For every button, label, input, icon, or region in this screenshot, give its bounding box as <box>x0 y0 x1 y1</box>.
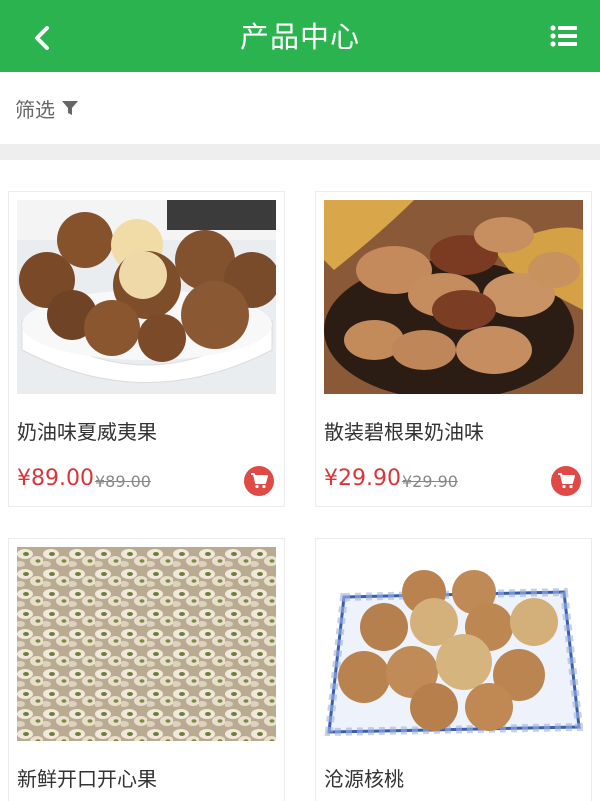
product-price: ¥89.00 <box>17 466 94 491</box>
product-card[interactable]: 新鲜开口开心果 <box>8 538 285 801</box>
top-nav-bar: 产品中心 <box>0 0 600 72</box>
filter-button[interactable]: 筛选 <box>15 94 79 122</box>
product-image-pecan <box>324 200 583 394</box>
product-image-walnut <box>324 547 583 741</box>
product-name[interactable]: 奶油味夏威夷果 <box>17 416 157 445</box>
filter-bar: 筛选 <box>0 72 600 144</box>
product-image-macadamia <box>17 200 276 394</box>
product-name[interactable]: 散装碧根果奶油味 <box>324 416 484 445</box>
product-price: ¥29.90 <box>324 466 401 491</box>
funnel-icon <box>62 101 78 115</box>
section-divider <box>0 144 600 160</box>
product-card[interactable]: 奶油味夏威夷果 ¥89.00 ¥89.00 <box>8 191 285 507</box>
product-old-price: ¥89.00 <box>95 472 151 491</box>
product-name[interactable]: 新鲜开口开心果 <box>17 763 157 792</box>
menu-button[interactable] <box>550 24 580 52</box>
product-card[interactable]: 沧源核桃 <box>315 538 592 801</box>
product-old-price: ¥29.90 <box>402 472 458 491</box>
add-to-cart-button[interactable] <box>551 466 581 496</box>
filter-label: 筛选 <box>15 97 55 122</box>
list-menu-icon <box>550 25 577 47</box>
product-card[interactable]: 散装碧根果奶油味 ¥29.90 ¥29.90 <box>315 191 592 507</box>
add-to-cart-button[interactable] <box>244 466 274 496</box>
product-image-pistachio <box>17 547 276 741</box>
page-title: 产品中心 <box>239 20 360 54</box>
product-grid: 奶油味夏威夷果 ¥89.00 ¥89.00 散装碧根果奶油味 ¥29.90 ¥2… <box>0 160 600 801</box>
product-name[interactable]: 沧源核桃 <box>324 763 404 792</box>
shopping-cart-icon <box>251 473 268 489</box>
shopping-cart-icon <box>558 473 575 489</box>
